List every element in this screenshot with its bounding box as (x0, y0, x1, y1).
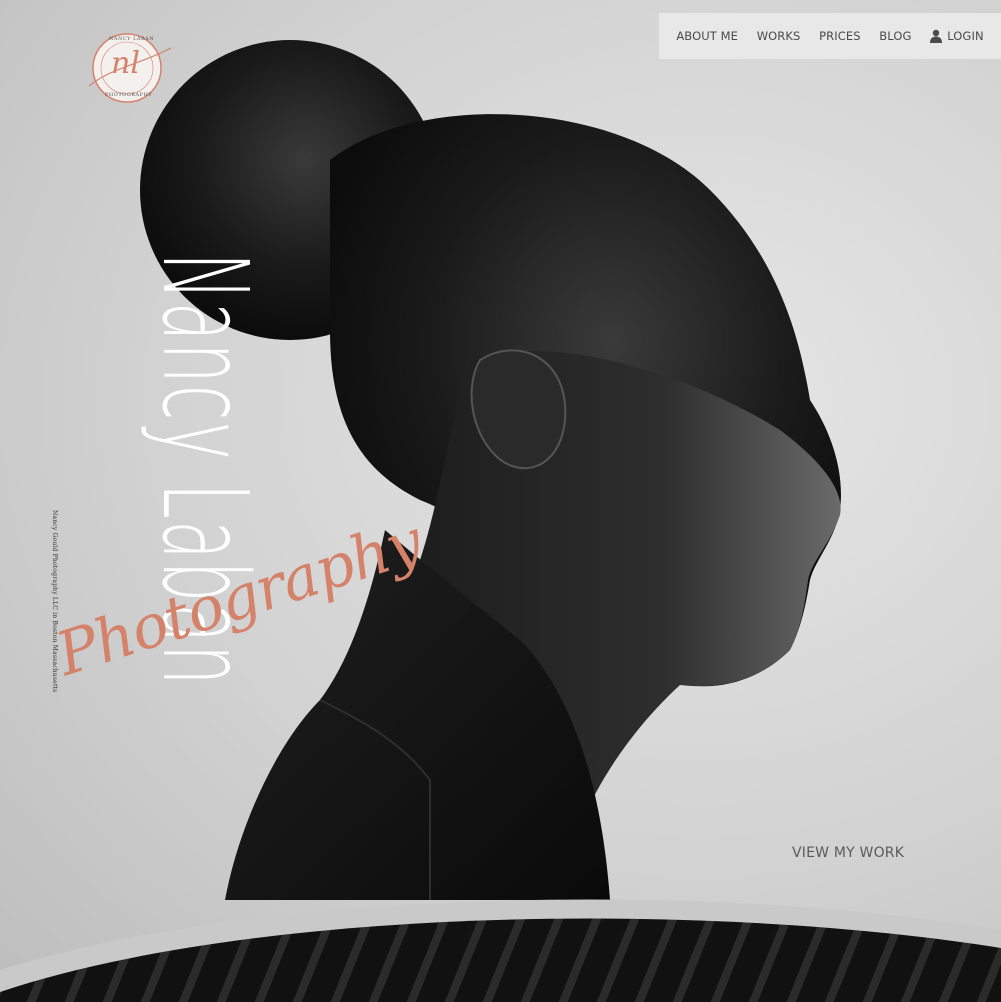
hero-name: Nancy Laban (136, 252, 274, 687)
logo-top-text: NANCY LABAN (109, 36, 155, 42)
nav-prices[interactable]: PRICES (819, 29, 861, 43)
logo-initials: nl (111, 46, 140, 81)
view-my-work-link[interactable]: VIEW MY WORK (792, 845, 904, 861)
bottom-curve (0, 899, 1001, 1002)
nav-about-me[interactable]: ABOUT ME (676, 29, 738, 43)
nav-login[interactable]: LOGIN (930, 29, 984, 43)
logo-bottom-text: PHOTOGRAPHY (105, 92, 153, 98)
hero-tagline: Nancy Gould Photography LLC in Boston Ma… (51, 510, 58, 693)
nav-blog[interactable]: BLOG (879, 29, 911, 43)
user-icon (930, 29, 943, 43)
site-logo[interactable]: nl NANCY LABAN PHOTOGRAPHY (81, 28, 173, 106)
main-nav: ABOUT ME WORKS PRICES BLOG LOGIN (659, 13, 1001, 59)
nav-works[interactable]: WORKS (757, 29, 801, 43)
nav-login-label: LOGIN (947, 29, 984, 43)
